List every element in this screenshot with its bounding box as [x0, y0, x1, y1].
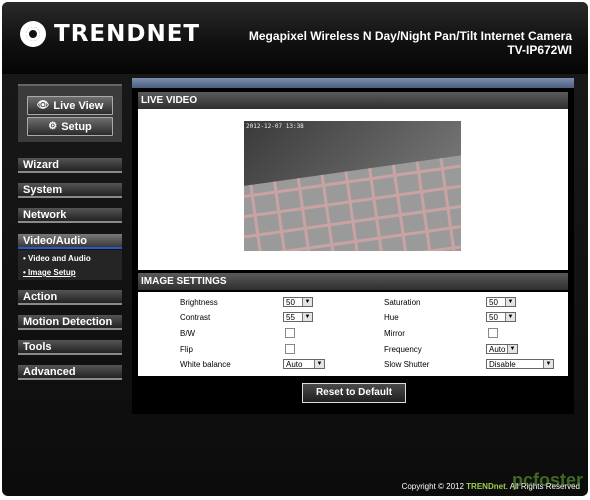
slow-shutter-select[interactable]: Disable ▼	[486, 359, 554, 369]
chevron-down-icon: ▼	[314, 360, 324, 368]
contrast-select[interactable]: 55 ▼	[283, 312, 313, 322]
content-top-bar	[132, 78, 574, 88]
mirror-label: Mirror	[384, 329, 405, 338]
white-balance-label: White balance	[180, 360, 231, 369]
chevron-down-icon: ▼	[543, 360, 553, 368]
slow-shutter-label: Slow Shutter	[384, 360, 430, 369]
frequency-label: Frequency	[384, 345, 422, 354]
frequency-select[interactable]: Auto ▼	[486, 344, 518, 354]
hue-select[interactable]: 50 ▼	[486, 312, 516, 322]
setup-button[interactable]: ⚙ Setup	[27, 117, 113, 136]
brightness-select[interactable]: 50 ▼	[283, 297, 313, 307]
chevron-down-icon: ▼	[505, 313, 515, 321]
nav-wizard[interactable]: Wizard	[18, 158, 122, 173]
trendnet-logo-icon	[20, 21, 46, 47]
nav-tools[interactable]: Tools	[18, 340, 122, 355]
chevron-down-icon: ▼	[505, 298, 515, 306]
nav-network[interactable]: Network	[18, 208, 122, 223]
camera-model: TV-IP672WI	[507, 43, 572, 57]
live-video-feed[interactable]: 2012-12-07 13:38	[244, 121, 461, 251]
white-balance-select[interactable]: Auto ▼	[283, 359, 325, 369]
live-view-button[interactable]: 👁 Live View	[27, 96, 113, 115]
video-audio-submenu: • Video and Audio • Image Setup	[18, 250, 122, 280]
chevron-down-icon: ▼	[302, 313, 312, 321]
image-settings-panel: Brightness 50 ▼ Contrast 55 ▼ B/W Flip Whi…	[138, 292, 568, 376]
brand-logo: TRENDNET	[54, 21, 201, 47]
contrast-label: Contrast	[180, 313, 211, 322]
main-content: LIVE VIDEO 2012-12-07 13:38 IMAGE SETTIN…	[132, 78, 574, 414]
mirror-checkbox[interactable]	[488, 328, 498, 338]
app-frame: TRENDNET Megapixel Wireless N Day/Night …	[2, 2, 588, 496]
nav-motion-detection[interactable]: Motion Detection	[18, 315, 122, 330]
hue-label: Hue	[384, 313, 399, 322]
saturation-label: Saturation	[384, 298, 421, 307]
nav-video-audio[interactable]: Video/Audio	[18, 234, 122, 249]
sidebar: 👁 Live View ⚙ Setup Wizard System Networ…	[18, 84, 122, 412]
nav-system[interactable]: System	[18, 183, 122, 198]
live-video-panel: 2012-12-07 13:38	[138, 109, 568, 270]
video-timestamp: 2012-12-07 13:38	[246, 123, 304, 130]
nav-advanced[interactable]: Advanced	[18, 365, 122, 380]
live-view-label: Live View	[53, 99, 104, 112]
watermark: pcfoster	[512, 470, 584, 490]
live-video-header: LIVE VIDEO	[138, 92, 568, 109]
header-bar: TRENDNET Megapixel Wireless N Day/Night …	[2, 2, 588, 74]
flip-checkbox[interactable]	[285, 344, 295, 354]
eye-icon: 👁	[36, 100, 50, 111]
bw-label: B/W	[180, 329, 196, 338]
camera-title: Megapixel Wireless N Day/Night Pan/Tilt …	[248, 29, 572, 43]
chevron-down-icon: ▼	[302, 298, 312, 306]
image-settings-header: IMAGE SETTINGS	[138, 273, 568, 290]
subnav-image-setup[interactable]: • Image Setup	[23, 268, 76, 277]
chevron-down-icon: ▼	[507, 345, 517, 353]
saturation-select[interactable]: 50 ▼	[486, 297, 516, 307]
flip-label: Flip	[180, 345, 193, 354]
nav-action[interactable]: Action	[18, 290, 122, 305]
reset-to-default-button[interactable]: Reset to Default	[302, 383, 406, 403]
setup-label: Setup	[61, 120, 92, 133]
subnav-video-and-audio[interactable]: • Video and Audio	[23, 254, 91, 263]
brightness-label: Brightness	[180, 298, 218, 307]
gear-icon: ⚙	[48, 121, 58, 132]
bw-checkbox[interactable]	[285, 328, 295, 338]
view-mode-box: 👁 Live View ⚙ Setup	[18, 84, 122, 142]
